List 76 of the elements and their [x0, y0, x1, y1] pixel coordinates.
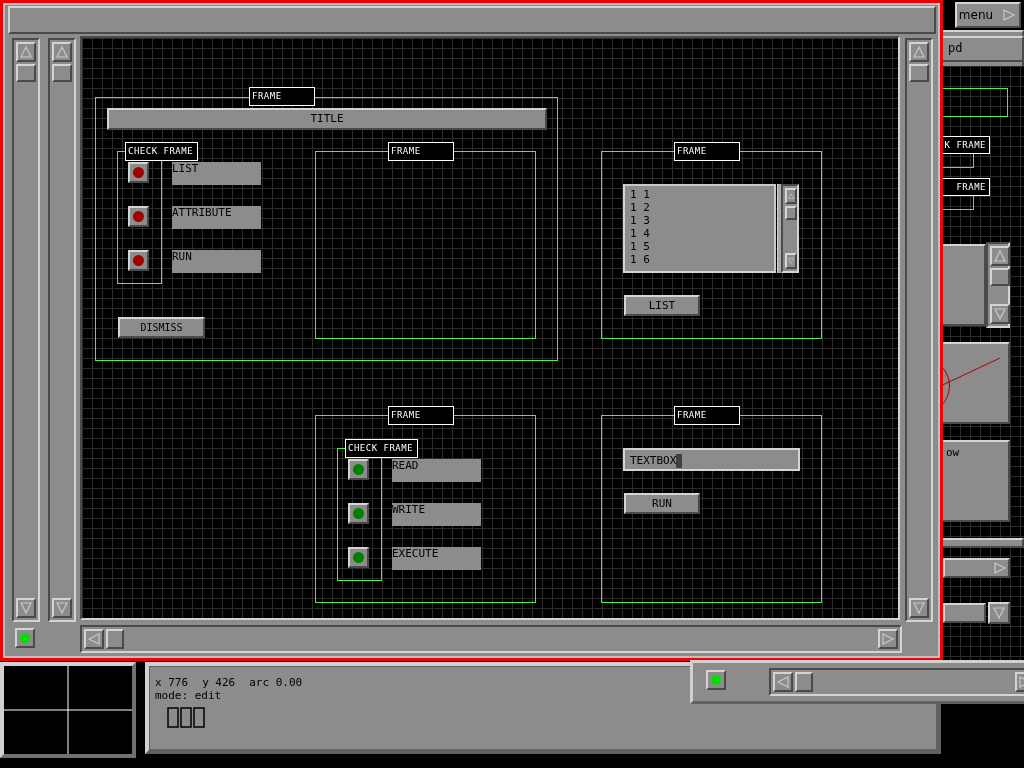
scroll-arrow-button[interactable]: [909, 42, 929, 62]
frame-label: FRAME: [674, 406, 740, 425]
mode-indicator: mode: edit: [155, 689, 222, 702]
triangle-icon: [18, 44, 34, 60]
dropdown-field[interactable]: [943, 558, 1010, 578]
list-item[interactable]: 1 1: [630, 188, 650, 201]
frame-label: CHECK FRAME: [345, 439, 418, 458]
list-item[interactable]: 1 6: [630, 253, 650, 266]
triangle-icon: [54, 44, 70, 60]
title-label: TITLE: [107, 108, 547, 130]
option-label: EXECUTE: [392, 547, 481, 570]
radio-button[interactable]: [348, 459, 369, 480]
radio-button[interactable]: [348, 547, 369, 568]
scroll-arrow-button[interactable]: [16, 598, 36, 618]
run-button[interactable]: RUN: [624, 493, 700, 514]
arc-value: arc 0.00: [249, 676, 303, 689]
list-item[interactable]: 1 5: [630, 240, 650, 253]
scroll-thumb[interactable]: [785, 206, 797, 220]
scroll-arrow-button[interactable]: [909, 598, 929, 618]
text-input[interactable]: TEXTBOX: [623, 448, 800, 471]
list-item[interactable]: 1 3: [630, 214, 650, 227]
list-box[interactable]: 1 1 1 2 1 3 1 4 1 5 1 6: [623, 184, 776, 273]
radio-button[interactable]: [128, 250, 149, 271]
scroll-arrow-button[interactable]: [785, 188, 797, 204]
input-field[interactable]: [943, 603, 986, 623]
scroll-arrow-button[interactable]: [990, 304, 1010, 324]
list-button[interactable]: LIST: [624, 295, 700, 316]
triangle-icon: [880, 631, 896, 647]
scroll-thumb[interactable]: [52, 64, 72, 82]
triangle-icon: [775, 674, 791, 690]
list-item[interactable]: 1 2: [630, 201, 650, 214]
option-label: READ: [392, 459, 481, 482]
scroll-arrow-button[interactable]: [16, 42, 36, 62]
option-label: ATTRIBUTE: [172, 206, 261, 229]
placeholder-boxes-icon: [167, 707, 207, 729]
triangle-icon: [992, 560, 1008, 576]
indicator-light-icon: [15, 628, 35, 648]
triangle-icon: [911, 44, 927, 60]
scroll-thumb[interactable]: [990, 268, 1010, 286]
option-label: WRITE: [392, 503, 481, 526]
dismiss-button[interactable]: DISMISS: [118, 317, 205, 338]
triangle-icon: [991, 605, 1007, 621]
triangle-icon: [18, 600, 34, 616]
text-cursor: [676, 453, 683, 468]
scroll-thumb[interactable]: [795, 672, 813, 692]
scroll-arrow-button[interactable]: [52, 42, 72, 62]
option-label: LIST: [172, 162, 261, 185]
scroll-arrow-button[interactable]: [84, 629, 104, 649]
frame-label: CHECK FRAME: [125, 142, 198, 161]
frame-label: FRAME: [388, 142, 454, 161]
frame-label: FRAME: [388, 406, 454, 425]
triangle-icon: [54, 600, 70, 616]
radio-button[interactable]: [128, 206, 149, 227]
frame-label: FRAME: [674, 142, 740, 161]
y-coordinate: y 426: [202, 676, 236, 689]
list-item[interactable]: 1 4: [630, 227, 650, 240]
scroll-arrow-button[interactable]: [785, 253, 797, 269]
scroll-arrow-button[interactable]: [988, 602, 1010, 624]
scroll-arrow-button[interactable]: [878, 629, 898, 649]
scroll-arrow-button[interactable]: [990, 246, 1010, 266]
scroll-thumb[interactable]: [106, 629, 124, 649]
triangle-icon: [992, 306, 1008, 322]
triangle-icon: [992, 248, 1008, 264]
triangle-icon: [911, 600, 927, 616]
radio-button[interactable]: [128, 162, 149, 183]
indicator-light-icon: [706, 670, 726, 690]
x-coordinate: x 776: [155, 676, 189, 689]
frame-label: FRAME: [249, 87, 315, 106]
scroll-thumb[interactable]: [16, 64, 36, 82]
triangle-icon: [86, 631, 102, 647]
option-label: RUN: [172, 250, 261, 273]
menu-button[interactable]: menu: [955, 2, 1021, 28]
scroll-thumb[interactable]: [909, 64, 929, 82]
scroll-arrow-button[interactable]: [52, 598, 72, 618]
radio-button[interactable]: [348, 503, 369, 524]
scroll-arrow-button[interactable]: [773, 672, 793, 692]
